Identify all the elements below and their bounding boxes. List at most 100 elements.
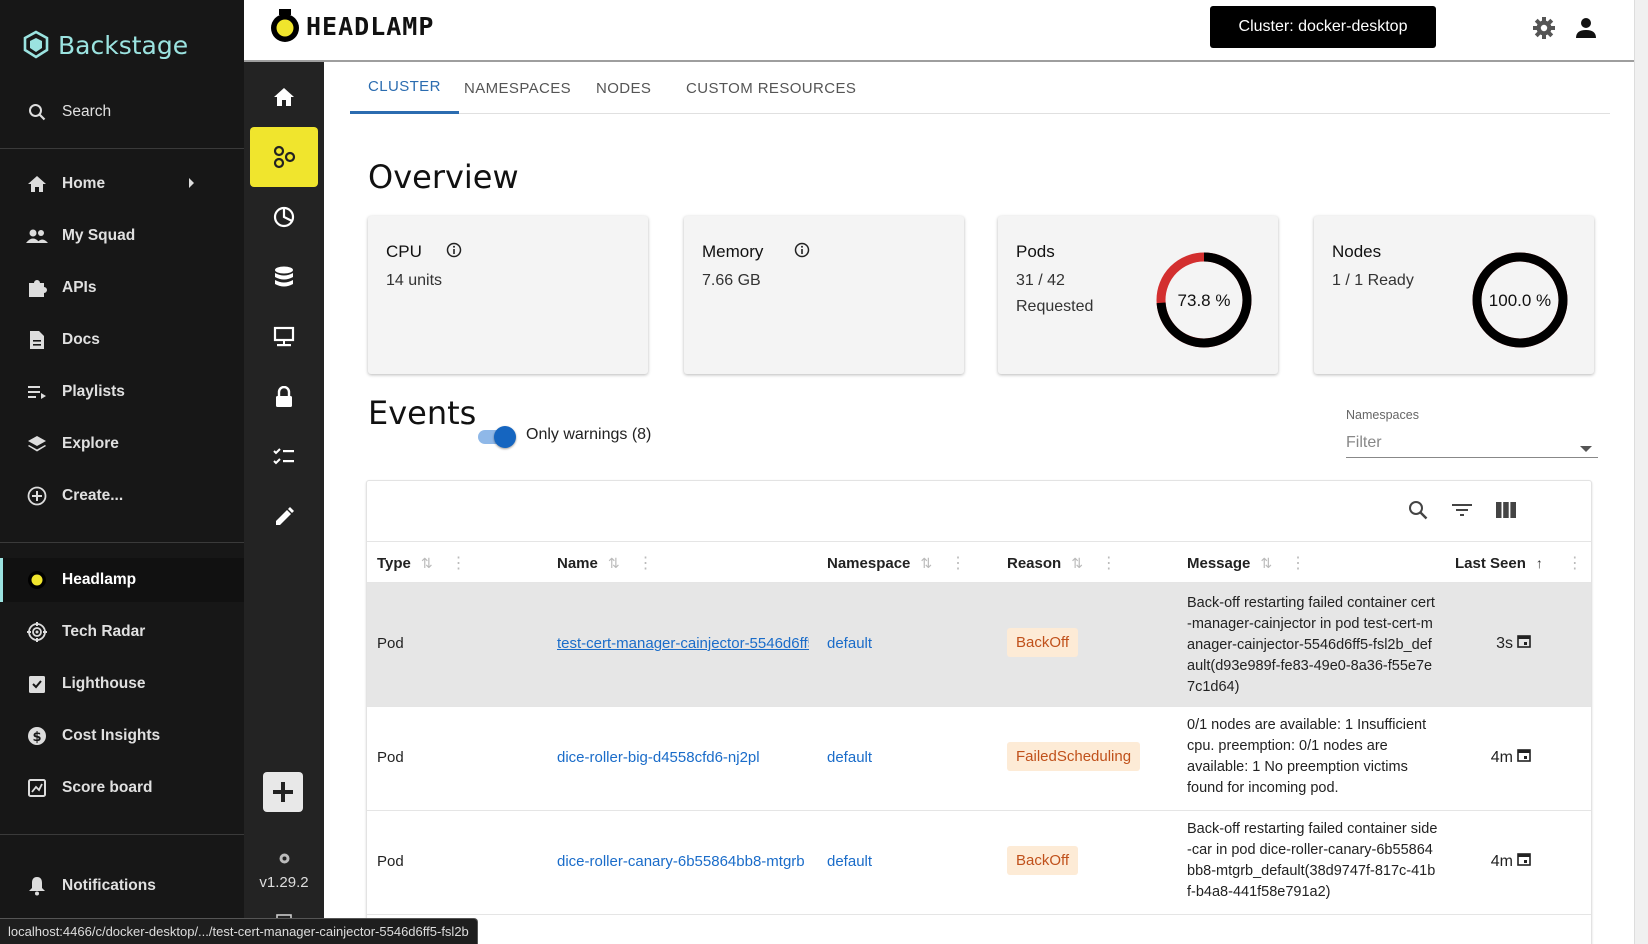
cell-namespace-link[interactable]: default [827,635,872,652]
namespaces-filter[interactable]: Filter [1346,428,1598,458]
rail-workloads[interactable] [250,187,318,247]
sidebar-item-docs[interactable]: Docs [0,318,244,362]
column-header-message[interactable]: Message ⇅ ⋮ [1187,542,1306,584]
calendar-icon [1517,748,1531,767]
rail-home[interactable] [250,67,318,127]
settings-small-icon[interactable] [278,852,291,870]
sidebar-item-score-board[interactable]: Score board [0,766,244,810]
tab-custom-resources[interactable]: CUSTOM RESOURCES [668,62,874,114]
sidebar-item-playlists[interactable]: Playlists [0,370,244,414]
sidebar-item-label: Cost Insights [62,727,161,744]
sort-icon[interactable]: ⇅ [608,555,620,572]
sidebar-divider [0,148,244,149]
backstage-logo-text: Backstage [58,30,189,60]
sidebar-item-label: APIs [62,279,97,296]
sidebar-item-label: Notifications [62,877,156,894]
column-header-namespace[interactable]: Namespace ⇅ ⋮ [827,542,966,584]
reason-badge: BackOff [1007,846,1079,875]
rail-cluster[interactable] [250,127,318,187]
card-title: CPU [386,242,422,261]
search-label: Search [62,103,112,120]
cell-last-seen: 3s [1481,634,1531,653]
sidebar-item-my-squad[interactable]: My Squad [0,214,244,258]
sort-asc-icon[interactable]: ↑ [1536,555,1543,571]
rail-custom-resources[interactable] [250,487,318,547]
sidebar-item-create[interactable]: Create... [0,474,244,518]
sidebar-item-label: Create... [62,487,124,504]
headlamp-nav-rail: v1.29.2 [244,62,324,944]
cluster-button[interactable]: Cluster: docker-desktop [1210,6,1436,48]
backstage-logo[interactable]: Backstage [22,30,188,60]
info-icon[interactable] [446,242,462,263]
headlamp-logo-icon [271,9,299,42]
tab-cluster[interactable]: CLUSTER [350,62,459,114]
column-menu-icon[interactable]: ⋮ [950,553,966,573]
cell-message: 0/1 nodes are available: 1 Insufficient … [1187,717,1427,796]
svg-text:$: $ [32,730,41,745]
rail-security[interactable] [250,367,318,427]
sort-icon[interactable]: ⇅ [421,555,433,572]
sidebar-divider [0,542,244,543]
search-icon [1409,501,1428,520]
sort-icon[interactable]: ⇅ [920,555,932,572]
sidebar-item-headlamp[interactable]: Headlamp [0,558,244,602]
rail-configuration[interactable] [250,427,318,487]
events-title: Events [368,394,477,432]
column-menu-icon[interactable]: ⋮ [451,553,467,573]
sort-icon[interactable]: ⇅ [1260,555,1272,572]
column-menu-icon[interactable]: ⋮ [1290,553,1306,573]
donut-label: 100.0 % [1489,291,1551,310]
cell-type: Pod [377,749,404,766]
table-row[interactable]: Pod test-cert-manager-cainjector-5546d6f… [367,583,1591,707]
search-icon [26,101,48,123]
rail-storage[interactable] [250,247,318,307]
settings-button[interactable] [1530,14,1558,42]
cell-name-link[interactable]: test-cert-manager-cainjector-5546d6ff5-f… [557,635,809,652]
events-table: Type ⇅ ⋮ Name ⇅ ⋮ Namespace ⇅ ⋮ Reason ⇅ ⋮ Messa… [366,480,1592,944]
tab-namespaces[interactable]: NAMESPACES [446,62,589,114]
bell-icon [26,875,48,897]
tab-nodes[interactable]: NODES [578,62,669,114]
sort-icon[interactable]: ⇅ [1071,555,1083,572]
sidebar-item-explore[interactable]: Explore [0,422,244,466]
table-row[interactable]: Pod dice-roller-canary-6b55864bb8-mtgrb … [367,811,1591,915]
sidebar-item-home[interactable]: Home [0,162,244,206]
sidebar-item-notifications[interactable]: Notifications [0,864,244,908]
card-title: Pods [1016,242,1055,261]
info-icon[interactable] [794,242,810,263]
sidebar-item-tech-radar[interactable]: Tech Radar [0,610,244,654]
table-filter-button[interactable] [1449,497,1475,523]
cell-namespace-link[interactable]: default [827,853,872,870]
sidebar-item-cost-insights[interactable]: $ Cost Insights [0,714,244,758]
column-header-last-seen[interactable]: Last Seen ↑ ⋮ [1455,542,1583,584]
only-warnings-toggle[interactable] [476,424,518,448]
sidebar-item-lighthouse[interactable]: Lighthouse [0,662,244,706]
card-title: Nodes [1332,242,1382,261]
cell-name-link[interactable]: dice-roller-big-d4558cfd6-nj2pl [557,749,809,766]
page-scrollbar[interactable] [1634,0,1648,944]
version-label: v1.29.2 [259,874,309,891]
headlamp-brand[interactable]: HEADLAMP [270,8,434,44]
pods-card: Pods 31 / 42 Requested 73.8 % [998,216,1278,374]
table-columns-button[interactable] [1493,497,1519,523]
table-search-button[interactable] [1405,497,1431,523]
backstage-search[interactable]: Search [0,90,244,134]
table-row[interactable]: Pod dice-roller-big-d4558cfd6-nj2pl defa… [367,707,1591,811]
card-title: Memory [702,242,764,261]
toggle-knob [494,426,516,448]
column-label: Last Seen [1455,554,1526,572]
column-header-name[interactable]: Name ⇅ ⋮ [557,542,654,584]
account-button[interactable] [1572,14,1600,42]
column-menu-icon[interactable]: ⋮ [1567,553,1583,573]
column-header-reason[interactable]: Reason ⇅ ⋮ [1007,542,1117,584]
plus-circle-icon [26,485,48,507]
sidebar-item-apis[interactable]: APIs [0,266,244,310]
column-menu-icon[interactable]: ⋮ [1101,553,1117,573]
sidebar-divider [0,834,244,835]
add-cluster-button[interactable] [263,772,303,812]
column-menu-icon[interactable]: ⋮ [638,553,654,573]
cell-name-link[interactable]: dice-roller-canary-6b55864bb8-mtgrb [557,853,813,870]
cell-namespace-link[interactable]: default [827,749,872,766]
rail-network[interactable] [250,307,318,367]
column-header-type[interactable]: Type ⇅ ⋮ [377,542,467,584]
